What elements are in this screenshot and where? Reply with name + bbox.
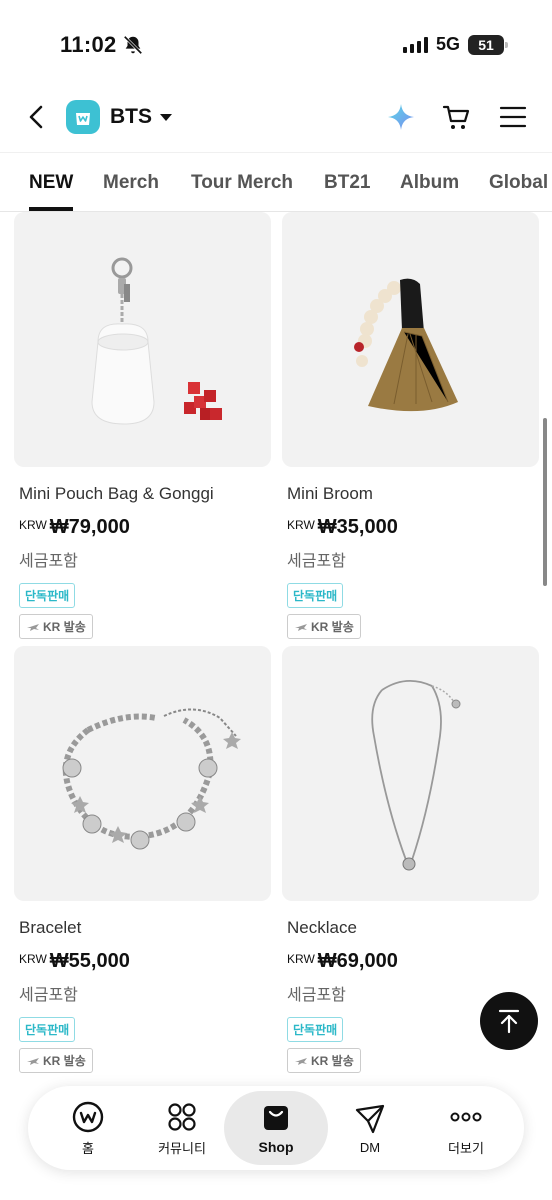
bracelet-illustration (62, 708, 241, 850)
price-row: KRW ₩35,000 (287, 516, 539, 539)
shipping-badge: KR 발송 (287, 1048, 361, 1073)
battery-icon: 51 (468, 34, 508, 55)
app-header: BTS (0, 92, 552, 144)
ai-sparkle-icon[interactable] (386, 102, 416, 132)
nav-label: 홈 (82, 1140, 94, 1156)
pouch-bag-illustration (91, 257, 222, 425)
shipping-badge: KR 발송 (287, 614, 361, 639)
more-dots-icon (450, 1112, 482, 1121)
product-card[interactable]: Mini Broom KRW ₩35,000 세금포함 단독판매 KR 발송 (282, 212, 539, 639)
caret-down-icon (160, 113, 172, 121)
network-type: 5G (435, 34, 460, 54)
tab-merch[interactable]: Merch (103, 172, 159, 194)
tab-new[interactable]: NEW (29, 172, 73, 194)
product-price: ₩79,000 (49, 516, 130, 538)
product-image[interactable] (282, 212, 539, 467)
shopping-bag-icon (264, 1106, 288, 1130)
product-name[interactable]: Mini Broom (287, 484, 539, 504)
grid-icon (168, 1102, 196, 1131)
nav-community[interactable]: 커뮤니티 (132, 1086, 232, 1170)
nav-label: 커뮤니티 (158, 1140, 206, 1156)
airplane-icon (295, 623, 307, 631)
tax-note: 세금포함 (19, 987, 78, 1004)
exclusive-badge: 단독판매 (19, 583, 76, 608)
scroll-to-top-button[interactable] (480, 992, 538, 1050)
status-time: 11:02 (60, 32, 117, 57)
tax-note: 세금포함 (287, 553, 346, 570)
tab-album[interactable]: Album (400, 172, 459, 194)
product-price: ₩55,000 (49, 950, 130, 972)
status-indicators: 5G 51 (402, 34, 508, 55)
currency-code: KRW (287, 518, 315, 532)
product-card[interactable]: Mini Pouch Bag & Gonggi KRW ₩79,000 세금포함… (14, 212, 271, 639)
scrollbar[interactable] (543, 418, 547, 586)
price-row: KRW ₩55,000 (19, 950, 271, 973)
paper-plane-icon (355, 1104, 385, 1133)
shipping-text: KR 발송 (43, 1054, 86, 1068)
shopping-bag-w-icon (76, 113, 90, 125)
signal-icon (402, 36, 428, 53)
artist-selector[interactable]: BTS (66, 100, 172, 134)
tab-global[interactable]: Global (489, 172, 548, 194)
product-name[interactable]: Bracelet (19, 918, 271, 938)
necklace-illustration (371, 680, 461, 871)
currency-code: KRW (287, 952, 315, 966)
artist-name: BTS (110, 105, 152, 128)
shipping-badge: KR 발송 (19, 1048, 93, 1073)
nav-dm[interactable]: DM (320, 1086, 420, 1170)
header-actions (386, 102, 528, 132)
currency-code: KRW (19, 518, 47, 532)
active-tab-indicator (29, 207, 73, 211)
exclusive-badge: 단독판매 (19, 1017, 76, 1042)
bottom-navigation: 홈 커뮤니티 Shop DM 더보기 (28, 1086, 524, 1170)
tax-note: 세금포함 (19, 553, 78, 570)
nav-label: DM (359, 1139, 381, 1155)
menu-icon[interactable] (498, 102, 528, 132)
shipping-badge: KR 발송 (19, 614, 93, 639)
nav-more[interactable]: 더보기 (416, 1086, 516, 1170)
back-arrow-icon[interactable] (22, 102, 52, 132)
tab-tour-merch[interactable]: Tour Merch (191, 172, 293, 194)
price-row: KRW ₩79,000 (19, 516, 271, 539)
tab-bt21[interactable]: BT21 (324, 172, 370, 194)
nav-label: 더보기 (448, 1140, 484, 1156)
shipping-text: KR 발송 (311, 620, 354, 634)
airplane-icon (295, 1057, 307, 1065)
price-row: KRW ₩69,000 (287, 950, 539, 973)
exclusive-badge: 단독판매 (287, 583, 344, 608)
broom-illustration (354, 278, 458, 412)
shipping-text: KR 발송 (43, 620, 86, 634)
product-name[interactable]: Necklace (287, 918, 539, 938)
currency-code: KRW (19, 952, 47, 966)
shipping-text: KR 발송 (311, 1054, 354, 1068)
bell-muted-icon (123, 35, 143, 55)
product-price: ₩35,000 (317, 516, 398, 538)
product-image[interactable] (14, 212, 271, 467)
category-tabs: NEW Merch Tour Merch BT21 Album Global (0, 152, 552, 212)
airplane-icon (27, 623, 39, 631)
arrow-up-to-top-icon (498, 1009, 520, 1034)
product-name[interactable]: Mini Pouch Bag & Gonggi (19, 484, 271, 504)
weverse-home-icon (72, 1101, 104, 1132)
status-bar: 11:02 5G 51 (0, 0, 552, 90)
nav-home[interactable]: 홈 (38, 1086, 138, 1170)
weverse-shop-logo (66, 100, 100, 134)
product-price: ₩69,000 (317, 950, 398, 972)
airplane-icon (27, 1057, 39, 1065)
exclusive-badge: 단독판매 (287, 1017, 344, 1042)
product-image[interactable] (14, 646, 271, 901)
cart-icon[interactable] (442, 102, 472, 132)
product-card[interactable]: Bracelet KRW ₩55,000 세금포함 단독판매 KR 발송 (14, 646, 271, 1073)
product-image[interactable] (282, 646, 539, 901)
nav-shop[interactable]: Shop (224, 1091, 328, 1165)
nav-label: Shop (258, 1139, 294, 1155)
